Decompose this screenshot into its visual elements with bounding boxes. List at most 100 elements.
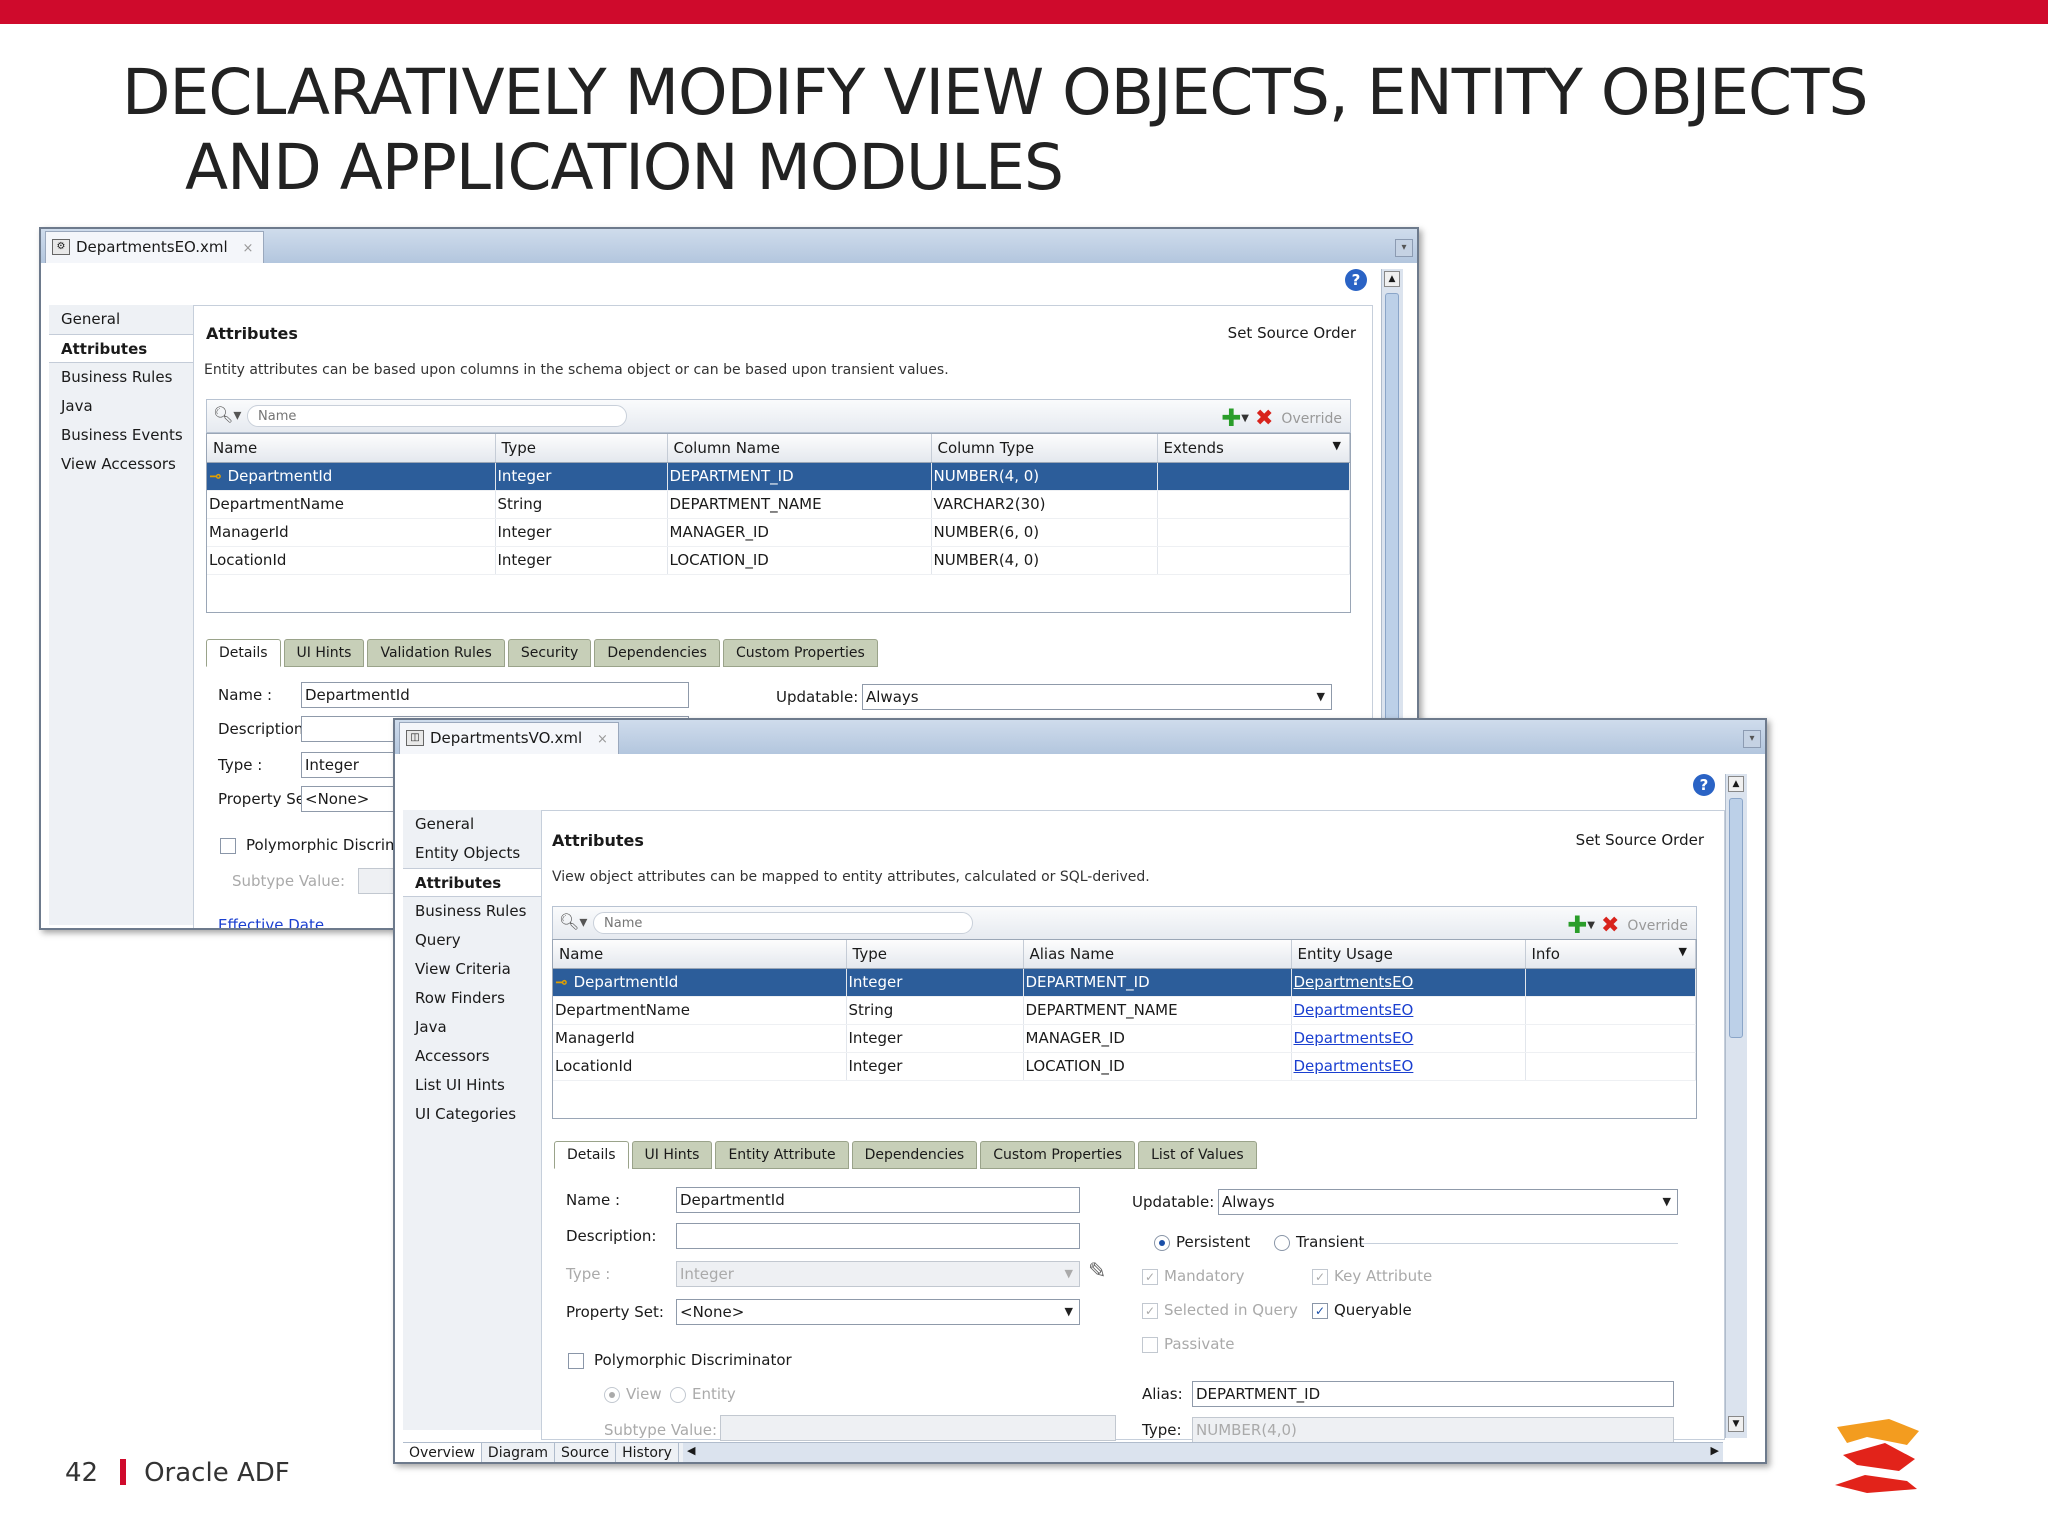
tab-dependencies[interactable]: Dependencies [851, 1141, 978, 1169]
nav-item-business-rules[interactable]: Business Rules [403, 897, 541, 926]
nav-item-accessors[interactable]: Accessors [403, 1042, 541, 1071]
tab-details[interactable]: Details [554, 1141, 629, 1169]
vertical-scrollbar[interactable]: ▲ ▼ [1725, 774, 1747, 1438]
edit-pencil-icon[interactable]: ✎ [1088, 1259, 1106, 1284]
file-tab-departments-eo[interactable]: ⚙ DepartmentsEO.xml × [45, 231, 265, 263]
column-header-name[interactable]: Name [207, 434, 496, 463]
key-attribute-checkbox[interactable]: ✓ [1312, 1269, 1328, 1285]
alias-field[interactable]: DEPARTMENT_ID [1192, 1381, 1674, 1407]
nav-item-java[interactable]: Java [403, 1013, 541, 1042]
set-source-order-link[interactable]: Set Source Order [1228, 324, 1356, 342]
override-button[interactable]: Override [1281, 411, 1342, 427]
tab-entity-attribute[interactable]: Entity Attribute [715, 1141, 849, 1169]
nav-item-view-accessors[interactable]: View Accessors [49, 450, 199, 479]
window-minimize-icon[interactable]: ▾ [1395, 239, 1413, 257]
tab-diagram[interactable]: Diagram [482, 1443, 556, 1462]
table-row[interactable]: ManagerId Integer MANAGER_ID Departments… [553, 1024, 1696, 1053]
tab-source[interactable]: Source [555, 1443, 617, 1462]
nav-item-attributes[interactable]: Attributes [49, 334, 199, 363]
chevron-down-icon[interactable]: ▼ [1587, 920, 1595, 931]
table-row[interactable]: LocationId Integer LOCATION_ID NUMBER(4,… [207, 546, 1350, 575]
entity-radio[interactable] [670, 1387, 686, 1403]
transient-radio[interactable] [1274, 1235, 1290, 1251]
delete-attribute-icon[interactable]: ✖ [1255, 406, 1273, 431]
chevron-down-icon[interactable]: ▼ [1663, 1190, 1671, 1214]
table-row[interactable]: ⊸ DepartmentId Integer DEPARTMENT_ID NUMB… [207, 462, 1350, 491]
chevron-down-icon[interactable]: ▼ [1317, 685, 1325, 709]
nav-item-general[interactable]: General [403, 810, 541, 839]
property-set-select[interactable]: <None> ▼ [676, 1299, 1080, 1325]
nav-item-ui-categories[interactable]: UI Categories [403, 1100, 541, 1129]
nav-item-attributes[interactable]: Attributes [403, 868, 541, 897]
tab-details[interactable]: Details [206, 639, 281, 667]
name-field[interactable]: DepartmentId [676, 1187, 1080, 1213]
tab-ui-hints[interactable]: UI Hints [283, 639, 365, 667]
updatable-select[interactable]: Always ▼ [1218, 1189, 1678, 1215]
column-header-column-type[interactable]: Column Type [931, 434, 1158, 463]
chevron-down-icon[interactable]: ▼ [1679, 945, 1687, 958]
search-input[interactable] [247, 405, 627, 427]
override-button[interactable]: Override [1627, 918, 1688, 934]
close-tab-icon[interactable]: × [242, 241, 253, 256]
delete-attribute-icon[interactable]: ✖ [1601, 913, 1619, 938]
column-header-entity-usage[interactable]: Entity Usage [1291, 940, 1526, 969]
tab-security[interactable]: Security [507, 639, 592, 667]
column-header-name[interactable]: Name [553, 940, 847, 969]
selected-in-query-checkbox[interactable]: ✓ [1142, 1303, 1158, 1319]
nav-item-java[interactable]: Java [49, 392, 199, 421]
chevron-down-icon[interactable]: ▼ [1065, 1300, 1073, 1324]
scroll-up-arrow-icon[interactable]: ▲ [1384, 271, 1400, 287]
scroll-down-arrow-icon[interactable]: ▼ [1728, 1416, 1744, 1432]
effective-date-link[interactable]: Effective Date [218, 916, 324, 928]
help-icon[interactable]: ? [1693, 774, 1715, 796]
tab-custom-properties[interactable]: Custom Properties [722, 639, 878, 667]
close-tab-icon[interactable]: × [597, 732, 608, 747]
tab-dependencies[interactable]: Dependencies [594, 639, 720, 667]
tab-list-of-values[interactable]: List of Values [1138, 1141, 1257, 1169]
column-header-info[interactable]: Info ▼ [1525, 940, 1696, 969]
entity-usage-link[interactable]: DepartmentsEO [1294, 973, 1414, 991]
polymorphic-checkbox[interactable] [568, 1353, 584, 1369]
search-input[interactable] [593, 912, 973, 934]
search-icon[interactable]: 🔍︎▾ [213, 405, 241, 424]
updatable-select[interactable]: Always ▼ [862, 684, 1332, 710]
nav-item-row-finders[interactable]: Row Finders [403, 984, 541, 1013]
name-field[interactable]: DepartmentId [301, 682, 689, 708]
mandatory-checkbox[interactable]: ✓ [1142, 1269, 1158, 1285]
scroll-right-arrow-icon[interactable]: ▶ [1711, 1444, 1719, 1457]
polymorphic-checkbox[interactable] [220, 838, 236, 854]
nav-item-view-criteria[interactable]: View Criteria [403, 955, 541, 984]
search-icon[interactable]: 🔍︎▾ [559, 912, 587, 931]
add-attribute-icon[interactable]: ✚ [1567, 911, 1587, 939]
scroll-up-arrow-icon[interactable]: ▲ [1728, 776, 1744, 792]
table-row[interactable]: LocationId Integer LOCATION_ID Departmen… [553, 1052, 1696, 1081]
passivate-checkbox[interactable] [1142, 1337, 1158, 1353]
tab-history[interactable]: History [616, 1443, 679, 1462]
scroll-thumb[interactable] [1729, 798, 1743, 1038]
scroll-thumb[interactable] [1385, 293, 1399, 733]
chevron-down-icon[interactable]: ▼ [1241, 413, 1249, 424]
entity-usage-link[interactable]: DepartmentsEO [1294, 1001, 1414, 1019]
column-header-type[interactable]: Type [495, 434, 668, 463]
persistent-radio[interactable] [1154, 1235, 1170, 1251]
table-row[interactable]: ManagerId Integer MANAGER_ID NUMBER(6, 0… [207, 518, 1350, 547]
description-field[interactable] [676, 1223, 1080, 1249]
table-row[interactable]: DepartmentName String DEPARTMENT_NAME VA… [207, 490, 1350, 519]
column-header-type[interactable]: Type [846, 940, 1024, 969]
table-row[interactable]: ⊸ DepartmentId Integer DEPARTMENT_ID Depa… [553, 968, 1696, 997]
nav-item-entity-objects[interactable]: Entity Objects [403, 839, 541, 868]
nav-item-business-rules[interactable]: Business Rules [49, 363, 199, 392]
column-header-column-name[interactable]: Column Name [667, 434, 932, 463]
tab-ui-hints[interactable]: UI Hints [631, 1141, 713, 1169]
window-minimize-icon[interactable]: ▾ [1743, 730, 1761, 748]
chevron-down-icon[interactable]: ▼ [1065, 1262, 1073, 1286]
table-row[interactable]: DepartmentName String DEPARTMENT_NAME De… [553, 996, 1696, 1025]
scroll-left-arrow-icon[interactable]: ◀ [687, 1444, 695, 1457]
queryable-checkbox[interactable]: ✓ [1312, 1303, 1328, 1319]
column-header-alias-name[interactable]: Alias Name [1023, 940, 1292, 969]
entity-usage-link[interactable]: DepartmentsEO [1294, 1029, 1414, 1047]
column-header-extends[interactable]: Extends ▼ [1157, 434, 1350, 463]
tab-validation-rules[interactable]: Validation Rules [367, 639, 505, 667]
horizontal-scrollbar[interactable]: ◀ ▶ [683, 1442, 1723, 1462]
help-icon[interactable]: ? [1345, 269, 1367, 291]
